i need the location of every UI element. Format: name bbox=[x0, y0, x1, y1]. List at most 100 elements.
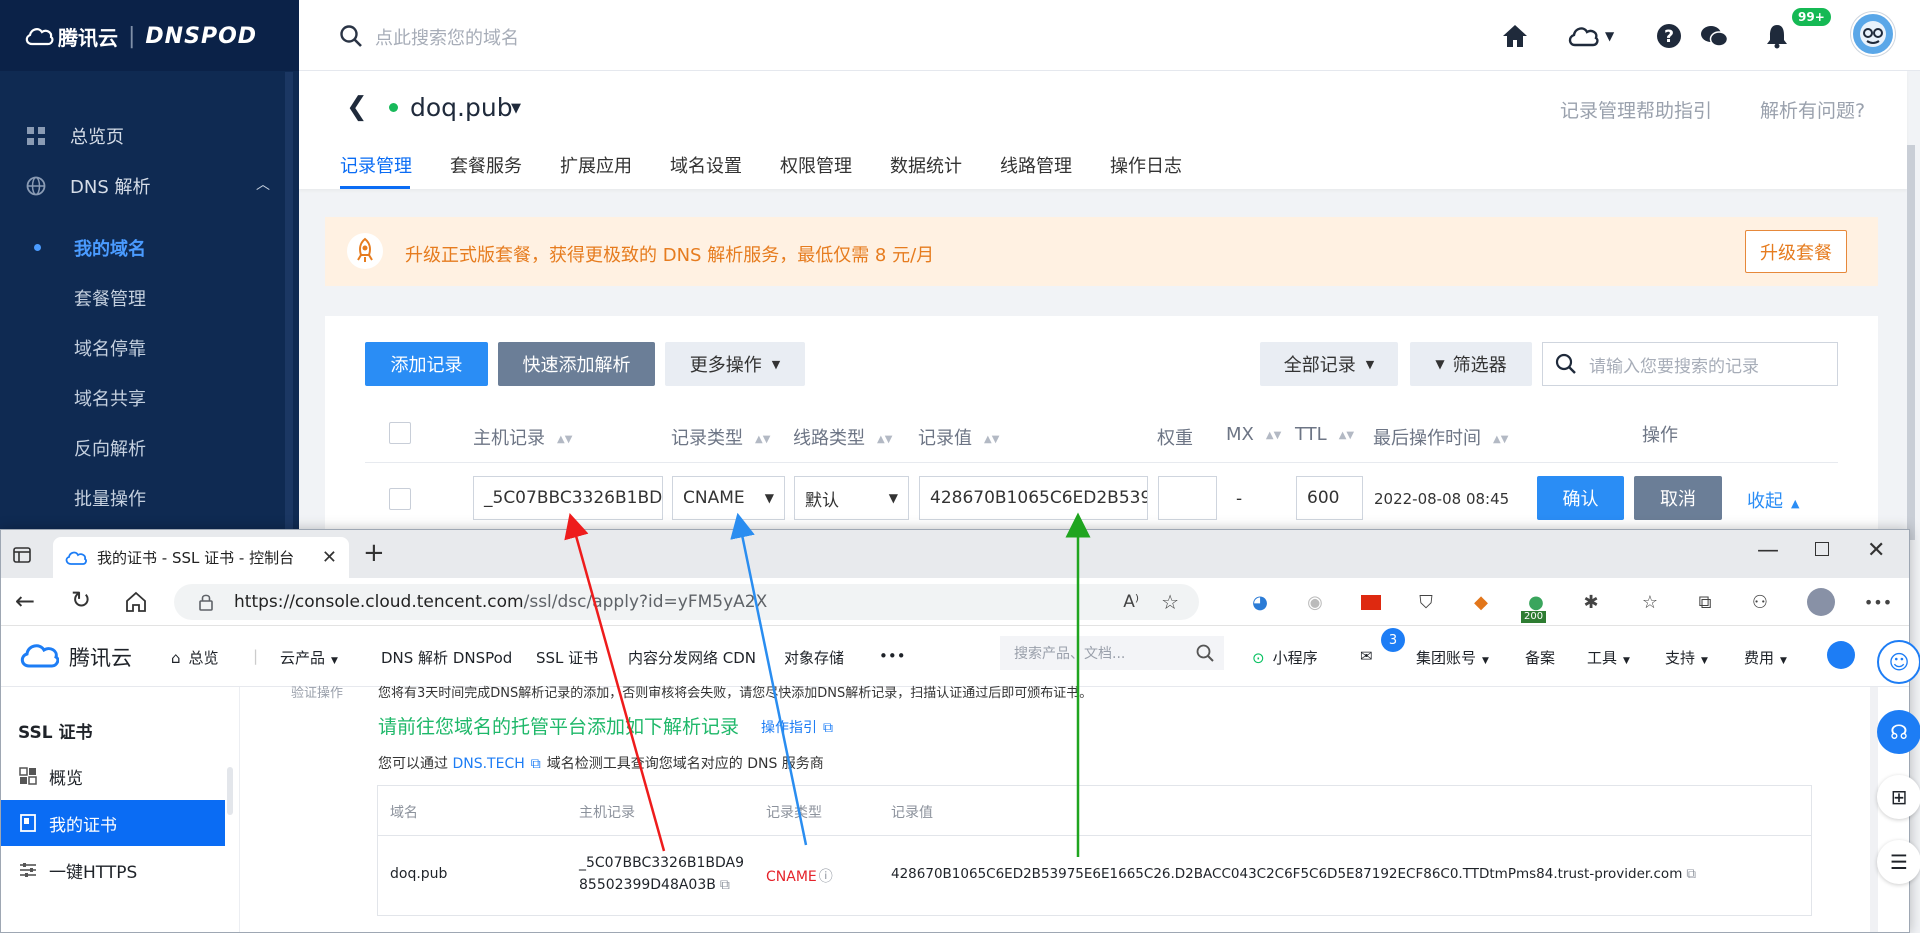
col-line[interactable]: 线路类型 ▲▼ bbox=[793, 424, 892, 450]
favorite-add-icon[interactable]: ☆ bbox=[1161, 590, 1179, 614]
confirm-button[interactable]: 确认 bbox=[1537, 476, 1624, 520]
nav-cos[interactable]: 对象存储 bbox=[784, 647, 844, 668]
upgrade-button[interactable]: 升级套餐 bbox=[1745, 230, 1847, 273]
col-ttl[interactable]: TTL ▲▼ bbox=[1295, 424, 1354, 445]
bell-icon[interactable] bbox=[1765, 21, 1789, 51]
nav-more[interactable]: ••• bbox=[879, 647, 906, 665]
refresh-icon[interactable]: ↻ bbox=[71, 586, 91, 614]
all-records-dropdown[interactable]: 全部记录 ▼ bbox=[1260, 342, 1398, 386]
weight-input[interactable] bbox=[1158, 476, 1217, 520]
tab-extensions[interactable]: 扩展应用 bbox=[560, 152, 632, 178]
record-value-input[interactable]: 428670B1065C6ED2B53975 bbox=[919, 476, 1148, 520]
content-scrollbar[interactable] bbox=[1870, 687, 1878, 932]
copy-icon[interactable]: ⧉ bbox=[1686, 866, 1696, 882]
help-guide-link[interactable]: 记录管理帮助指引 bbox=[1560, 96, 1712, 123]
resolve-issue-link[interactable]: 解析有问题? bbox=[1760, 96, 1865, 123]
nav-miniprogram[interactable]: ⊙ 小程序 bbox=[1252, 647, 1318, 668]
nav-beian[interactable]: 备案 bbox=[1525, 647, 1555, 668]
filter-button[interactable]: ▼ 筛选器 bbox=[1410, 342, 1532, 386]
quick-add-button[interactable]: 快速添加解析 bbox=[498, 342, 655, 386]
book-docs-icon[interactable]: ⊞ bbox=[1877, 775, 1920, 819]
search-icon[interactable] bbox=[339, 24, 363, 48]
line-type-select[interactable]: 默认 ▼ bbox=[794, 476, 909, 520]
url-bar[interactable]: https://console.cloud.tencent.com/ssl/ds… bbox=[174, 584, 1199, 620]
metamask-icon[interactable]: ◆ bbox=[1469, 590, 1493, 614]
copy-icon[interactable]: ⧉ bbox=[720, 877, 730, 893]
nav-ssl[interactable]: SSL 证书 bbox=[536, 647, 598, 668]
col-host[interactable]: 主机记录 ▲▼ bbox=[473, 424, 572, 450]
ttl-input[interactable]: 600 bbox=[1296, 476, 1363, 520]
tab-permissions[interactable]: 权限管理 bbox=[780, 152, 852, 178]
close-icon[interactable]: ✕ bbox=[322, 547, 337, 568]
window-close-icon[interactable]: ✕ bbox=[1867, 538, 1885, 563]
tab-actions-icon[interactable] bbox=[13, 546, 31, 564]
page-scrollbar[interactable] bbox=[1907, 145, 1915, 540]
sidebar-item-packages[interactable]: 套餐管理 bbox=[74, 285, 146, 311]
nav-fees[interactable]: 费用 ▼ bbox=[1744, 647, 1787, 668]
ssl-item-overview[interactable]: 概览 bbox=[1, 753, 225, 799]
col-time[interactable]: 最后操作时间 ▲▼ bbox=[1373, 424, 1508, 450]
nav-dnspod[interactable]: DNS 解析 DNSPod bbox=[381, 647, 512, 668]
list-menu-icon[interactable]: ☰ bbox=[1877, 840, 1920, 884]
nav-cdn[interactable]: 内容分发网络 CDN bbox=[628, 647, 756, 668]
more-menu-icon[interactable]: ••• bbox=[1864, 590, 1892, 614]
col-type[interactable]: 记录类型 ▲▼ bbox=[671, 424, 770, 450]
user-avatar[interactable] bbox=[1827, 641, 1855, 669]
home-icon[interactable] bbox=[1502, 21, 1528, 51]
home-icon[interactable] bbox=[125, 591, 147, 613]
puzzle-extensions-icon[interactable]: ✱ bbox=[1579, 590, 1603, 614]
sidebar-item-overview[interactable]: 总览页 bbox=[0, 114, 283, 158]
smile-assistant-icon[interactable]: ☺ bbox=[1877, 640, 1920, 684]
shield-extension-icon[interactable]: ⛉ bbox=[1414, 590, 1438, 614]
domain-switch-caret-icon[interactable]: ▼ bbox=[511, 101, 521, 116]
host-input[interactable]: _5C07BBC3326B1BDA9 bbox=[473, 476, 663, 520]
cloud-menu-icon[interactable]: ▼ bbox=[1567, 21, 1614, 51]
collapse-link[interactable]: 收起 ▲ bbox=[1747, 487, 1799, 513]
add-record-button[interactable]: 添加记录 bbox=[365, 342, 488, 386]
sidebar-item-dns[interactable]: DNS 解析 ︿ bbox=[0, 164, 283, 208]
select-all-checkbox[interactable] bbox=[389, 422, 411, 444]
browser-tab-active[interactable]: 我的证书 - SSL 证书 - 控制台 ✕ bbox=[53, 537, 349, 578]
info-icon[interactable]: ⓘ bbox=[819, 869, 833, 885]
ssl-item-my-certs[interactable]: 我的证书 bbox=[1, 800, 225, 846]
nav-products[interactable]: 云产品 ▼ bbox=[280, 647, 338, 668]
headset-support-icon[interactable]: ☊ bbox=[1877, 710, 1920, 754]
tab-lines[interactable]: 线路管理 bbox=[1000, 152, 1072, 178]
guide-link[interactable]: 操作指引 ⧉ bbox=[761, 717, 833, 737]
cancel-button[interactable]: 取消 bbox=[1634, 476, 1722, 520]
china-flag-icon[interactable] bbox=[1359, 590, 1383, 614]
col-mx[interactable]: MX ▲▼ bbox=[1226, 424, 1281, 445]
domain-search-input[interactable]: 点此搜索您的域名 bbox=[375, 24, 519, 50]
nav-overview[interactable]: ⌂ 总览 bbox=[171, 647, 219, 668]
dns-tech-link[interactable]: DNS.TECH bbox=[452, 756, 524, 772]
ssl-sidebar-scrollbar[interactable] bbox=[227, 767, 233, 815]
help-icon[interactable]: ? bbox=[1656, 21, 1682, 51]
tab-records[interactable]: 记录管理 bbox=[340, 152, 412, 178]
tab-packages[interactable]: 套餐服务 bbox=[450, 152, 522, 178]
row-checkbox[interactable] bbox=[389, 488, 411, 510]
favorites-icon[interactable]: ☆ bbox=[1638, 590, 1662, 614]
sidebar-item-my-domains[interactable]: 我的域名 bbox=[74, 235, 146, 261]
avatar[interactable] bbox=[1851, 12, 1895, 56]
wechat-icon[interactable] bbox=[1700, 21, 1728, 51]
sidebar-item-sharing[interactable]: 域名共享 bbox=[74, 385, 146, 411]
sidebar-item-parking[interactable]: 域名停靠 bbox=[74, 335, 146, 361]
col-value[interactable]: 记录值 ▲▼ bbox=[918, 424, 999, 450]
tab-domain-settings[interactable]: 域名设置 bbox=[670, 152, 742, 178]
maximize-icon[interactable] bbox=[1815, 542, 1829, 556]
minimize-icon[interactable]: — bbox=[1757, 538, 1779, 563]
tab-statistics[interactable]: 数据统计 bbox=[890, 152, 962, 178]
sidebar-scrollbar[interactable] bbox=[285, 72, 293, 540]
back-icon[interactable]: ← bbox=[15, 587, 35, 615]
ssl-item-https[interactable]: 一键HTTPS bbox=[1, 847, 225, 893]
tc-search-input[interactable]: 搜索产品、文档... bbox=[1000, 636, 1224, 670]
nav-support[interactable]: 支持 ▼ bbox=[1665, 647, 1708, 668]
tencent-cloud-logo-icon[interactable] bbox=[19, 641, 59, 669]
read-aloud-icon[interactable]: A⁾ bbox=[1123, 592, 1139, 612]
record-search-input[interactable]: 请输入您要搜索的记录 bbox=[1542, 342, 1838, 386]
mail-icon[interactable]: ✉ bbox=[1360, 647, 1373, 665]
grey-extension-icon[interactable]: ◉ bbox=[1303, 590, 1327, 614]
more-actions-button[interactable]: 更多操作 ▼ bbox=[665, 342, 805, 386]
domain-name[interactable]: doq.pub bbox=[410, 93, 513, 122]
profile-avatar[interactable] bbox=[1807, 588, 1835, 616]
